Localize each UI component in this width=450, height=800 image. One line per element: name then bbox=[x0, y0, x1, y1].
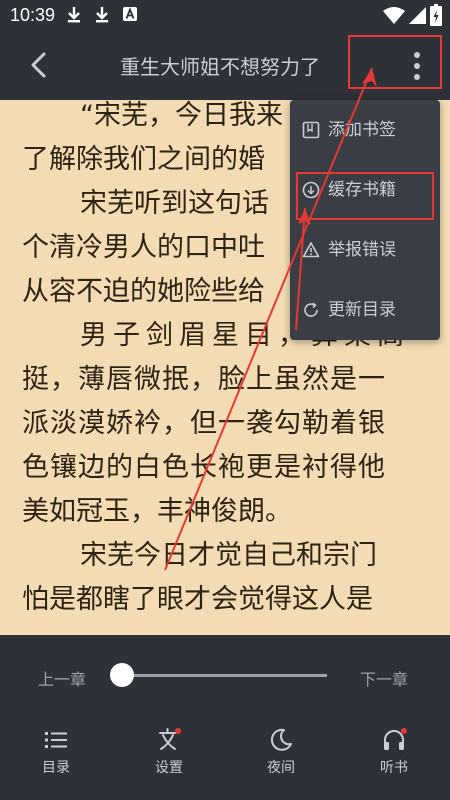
annotation-arrow bbox=[295, 207, 306, 331]
annotation-arrow bbox=[164, 67, 373, 571]
annotation-arrows bbox=[164, 67, 377, 571]
